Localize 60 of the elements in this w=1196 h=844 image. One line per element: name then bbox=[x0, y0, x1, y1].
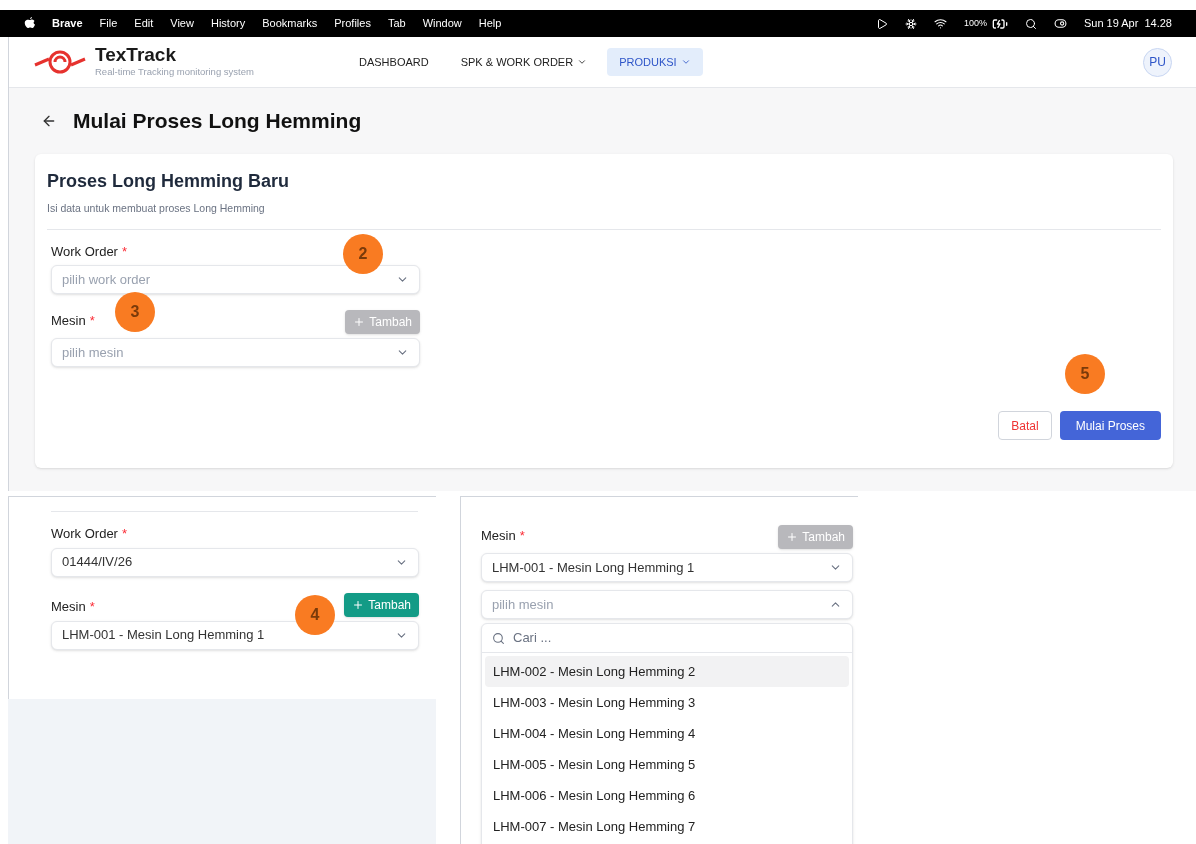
plus-icon bbox=[353, 316, 366, 329]
search-field[interactable]: Cari ... bbox=[482, 624, 852, 653]
field-label: Mesin bbox=[51, 598, 86, 616]
step-badge: 4 bbox=[295, 595, 335, 635]
menu-item[interactable]: Edit bbox=[134, 15, 154, 32]
app-menu[interactable]: Brave bbox=[52, 15, 83, 32]
menu-item[interactable]: History bbox=[210, 15, 246, 32]
search-icon bbox=[492, 631, 505, 645]
dropdown-option[interactable]: LHM-006 - Mesin Long Hemming 6 bbox=[485, 780, 849, 811]
nav-tab[interactable]: SPK & WORK ORDER bbox=[448, 48, 600, 76]
play-icon[interactable] bbox=[875, 17, 888, 30]
dropdown-option[interactable]: LHM-004 - Mesin Long Hemming 4 bbox=[485, 718, 849, 749]
card-title: Proses Long Hemming Baru bbox=[47, 170, 291, 193]
menu-item[interactable]: Bookmarks bbox=[262, 15, 318, 32]
wifi-icon[interactable] bbox=[933, 17, 947, 30]
required-mark: * bbox=[121, 525, 127, 543]
field-label: Mesin bbox=[481, 526, 516, 545]
select-field[interactable]: LHM-001 - Mesin Long Hemming 1 bbox=[51, 620, 419, 650]
step-badge: 3 bbox=[115, 292, 155, 332]
menu-item[interactable]: Profiles bbox=[334, 15, 371, 32]
step-badge: 2 bbox=[343, 234, 383, 274]
control-center-icon[interactable] bbox=[1053, 17, 1067, 30]
page-title: Mulai Proses Long Hemming bbox=[73, 108, 362, 135]
tagline: Real-time Tracking monitoring system bbox=[95, 64, 255, 79]
card-subtitle: Isi data untuk membuat proses Long Hemming bbox=[47, 201, 266, 216]
nav-tab[interactable]: PRODUKSI bbox=[607, 48, 703, 76]
menu-item[interactable]: Tab bbox=[387, 15, 406, 32]
required-mark: * bbox=[89, 598, 95, 616]
snowflake-icon[interactable] bbox=[904, 17, 917, 30]
required-mark: * bbox=[519, 526, 525, 545]
clock: Sun 19 Apr 14.28 bbox=[1083, 16, 1172, 32]
menu-item[interactable]: Window bbox=[422, 15, 462, 32]
dropdown-option[interactable]: LHM-002 - Mesin Long Hemming 2 bbox=[485, 656, 849, 687]
plus-icon bbox=[352, 598, 365, 611]
menu-item[interactable]: View bbox=[170, 15, 194, 32]
required-mark: * bbox=[89, 311, 95, 330]
start-process-button[interactable]: Mulai Proses bbox=[1059, 411, 1161, 440]
required-mark: * bbox=[121, 242, 127, 261]
user-avatar[interactable]: PU bbox=[1143, 47, 1172, 77]
field-label: Work Order bbox=[51, 525, 118, 543]
select-field[interactable]: LHM-001 - Mesin Long Hemming 1 bbox=[481, 553, 853, 582]
dropdown-option[interactable]: LHM-003 - Mesin Long Hemming 3 bbox=[485, 687, 849, 718]
chevron-down-icon bbox=[577, 57, 588, 67]
menu-item[interactable]: File bbox=[99, 15, 118, 32]
apple-icon bbox=[24, 17, 35, 30]
dropdown-option[interactable]: LHM-007 - Mesin Long Hemming 7 bbox=[485, 811, 849, 842]
menu-item[interactable]: Help bbox=[478, 15, 502, 32]
battery-percent: 100% bbox=[963, 16, 987, 30]
search-input[interactable]: Cari ... bbox=[513, 628, 842, 648]
step-badge: 5 bbox=[1065, 354, 1105, 394]
select-field[interactable]: 01444/IV/26 bbox=[51, 547, 419, 577]
field-label: Work Order bbox=[51, 242, 118, 261]
logo-text: TexTrack bbox=[95, 44, 177, 65]
plus-icon bbox=[786, 531, 799, 543]
search-icon[interactable] bbox=[1024, 17, 1037, 30]
cancel-button[interactable]: Batal bbox=[998, 411, 1052, 440]
chevron-down-icon bbox=[680, 57, 691, 67]
nav-tab[interactable]: DASHBOARD bbox=[347, 48, 441, 76]
dropdown-option[interactable]: LHM-005 - Mesin Long Hemming 5 bbox=[485, 749, 849, 780]
field-label: Mesin bbox=[51, 311, 86, 330]
